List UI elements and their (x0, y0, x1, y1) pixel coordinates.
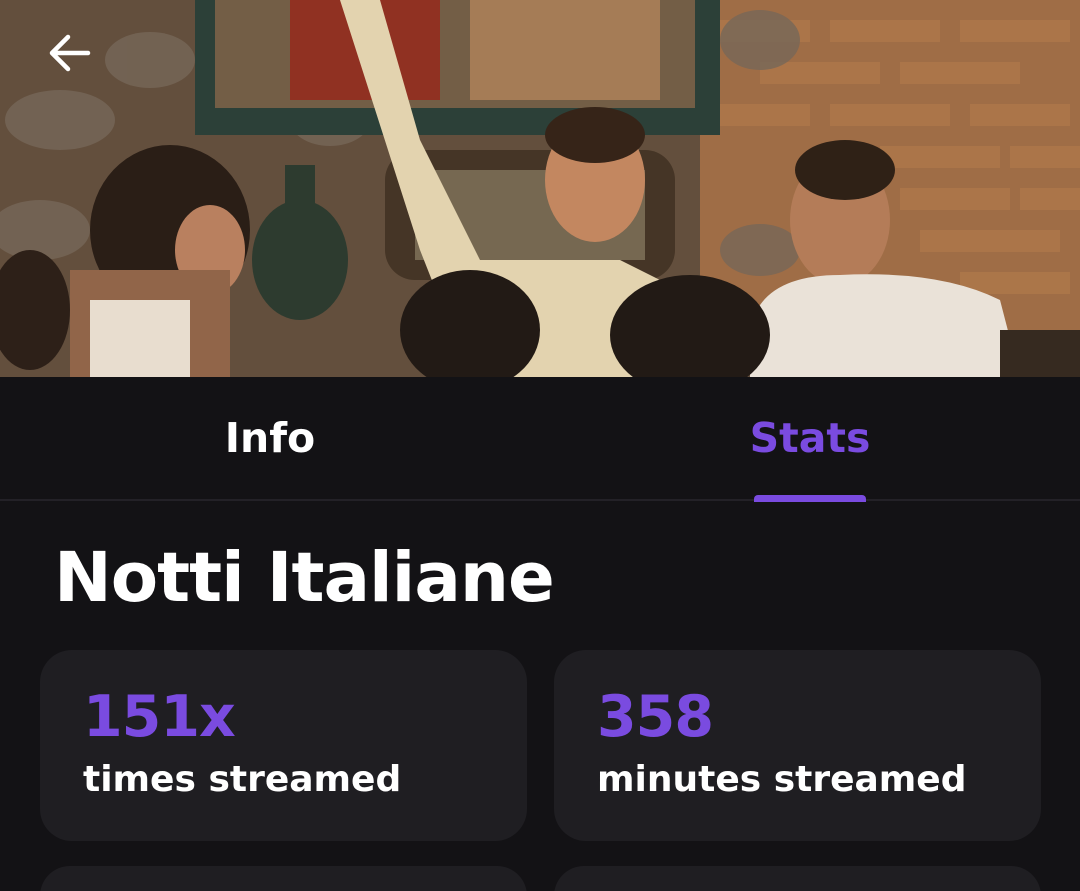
minutes-streamed-value: 358 (597, 684, 714, 750)
stat-card-minutes-streamed: 358 minutes streamed (554, 650, 1041, 841)
tab-bar: Info Stats (0, 377, 1080, 501)
arrow-left-icon (49, 34, 91, 72)
stat-card (40, 866, 527, 891)
times-streamed-value: 151x (83, 684, 236, 750)
stats-screen: Info Stats Notti Italiane 151x times str… (0, 0, 1080, 891)
stat-card-times-streamed: 151x times streamed (40, 650, 527, 841)
song-title: Notti Italiane (54, 538, 555, 618)
hero-photo (0, 0, 1080, 377)
back-button[interactable] (46, 33, 102, 89)
active-tab-indicator (754, 495, 866, 502)
tab-stats[interactable]: Stats (710, 377, 910, 499)
stat-card (554, 866, 1041, 891)
tab-info[interactable]: Info (170, 377, 370, 499)
times-streamed-label: times streamed (83, 759, 402, 800)
minutes-streamed-label: minutes streamed (597, 759, 967, 800)
hero-image (0, 0, 1080, 377)
